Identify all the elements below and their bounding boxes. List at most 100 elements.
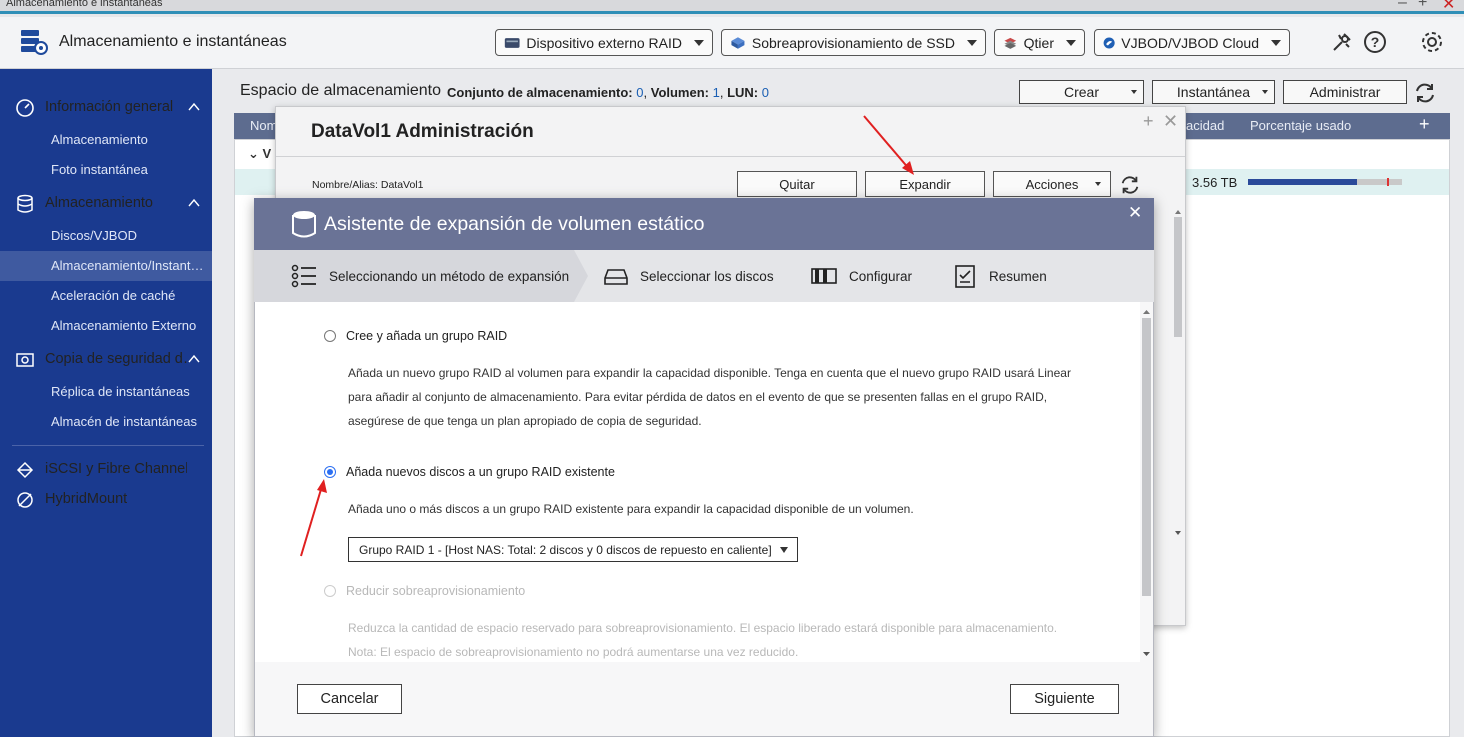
usage-bar-fill xyxy=(1248,179,1358,185)
sidebar-item-label: Almacenamiento/Instant… xyxy=(51,258,204,273)
divider xyxy=(276,156,1185,157)
cancel-button[interactable]: Cancelar xyxy=(297,684,402,714)
option-create-raid-label: Cree y añada un grupo RAID xyxy=(346,329,508,343)
chevron-down-icon xyxy=(1271,39,1281,46)
next-button[interactable]: Siguiente xyxy=(1010,684,1119,714)
vjbod-cloud-button[interactable]: VJBOD/VJBOD Cloud xyxy=(1094,29,1290,56)
wizard-scrollbar[interactable] xyxy=(1140,304,1153,662)
sidebar-item-disks[interactable]: Discos/VJBOD xyxy=(0,221,212,251)
volume-label: Volumen: xyxy=(650,85,709,100)
sidebar-item-hybridmount[interactable]: HybridMount xyxy=(0,484,212,514)
chevron-down-icon: ⌄ xyxy=(248,146,259,161)
database-icon xyxy=(17,194,33,213)
help-icon[interactable]: ? xyxy=(1363,30,1387,54)
tools-icon[interactable] xyxy=(1330,30,1354,54)
minimize-icon[interactable]: – xyxy=(1398,0,1407,12)
sidebar-divider xyxy=(12,445,204,446)
vjbod-label: VJBOD/VJBOD Cloud xyxy=(1121,34,1259,51)
window-title: Almacenamiento e instantáneas xyxy=(6,0,163,9)
expand-dialog-icon[interactable]: + xyxy=(1143,111,1154,132)
pool-count: 0 xyxy=(636,85,644,100)
option-add-disks-description: Añada uno o más discos a un grupo RAID e… xyxy=(348,497,1088,521)
volume-count: 1 xyxy=(712,85,720,100)
sidebar-section-label: Almacenamiento xyxy=(45,195,153,211)
column-capacity-header[interactable]: acidad xyxy=(1186,118,1224,133)
iscsi-icon xyxy=(16,461,34,479)
description-line: para añadir al conjunto de almacenamient… xyxy=(348,390,1048,404)
add-column-icon[interactable]: + xyxy=(1419,114,1430,135)
ssd-overprovision-button[interactable]: Sobreaprovisionamiento de SSD xyxy=(721,29,986,56)
usage-threshold-mark xyxy=(1386,178,1389,186)
snapshot-button[interactable]: Instantánea xyxy=(1152,80,1275,104)
sidebar-item-label: Aceleración de caché xyxy=(51,288,176,303)
radio-reduce-overprovision xyxy=(324,585,336,597)
admin-scrollbar[interactable] xyxy=(1172,205,1184,540)
table-group-row[interactable]: ⌄ V xyxy=(248,146,271,162)
step-summary: Resumen xyxy=(989,269,1047,284)
actions-label: Acciones xyxy=(1025,176,1079,192)
sidebar-item-label: Réplica de instantáneas xyxy=(51,384,190,399)
description-line: Nota: El espacio de sobreaprovisionamien… xyxy=(348,645,799,659)
list-icon xyxy=(291,264,316,288)
vjbod-cloud-icon xyxy=(1103,36,1115,49)
refresh-icon[interactable] xyxy=(1119,174,1141,196)
sidebar-item-label: Foto instantánea xyxy=(51,162,148,177)
ssd-label: Sobreaprovisionamiento de SSD xyxy=(751,34,955,51)
close-icon[interactable]: ✕ xyxy=(1128,203,1142,223)
sidebar-item-snapshot-overview[interactable]: Foto instantánea xyxy=(0,155,212,185)
remove-button[interactable]: Quitar xyxy=(737,171,857,197)
chevron-up-icon xyxy=(188,354,200,363)
sidebar-item-snapshot-replica[interactable]: Réplica de instantáneas xyxy=(0,377,212,407)
column-name-header[interactable]: Nom xyxy=(250,118,277,133)
radio-create-raid-group[interactable] xyxy=(324,330,336,342)
row-capacity: 3.56 TB xyxy=(1192,175,1238,190)
sidebar-item-iscsi[interactable]: iSCSI y Fibre Channel xyxy=(0,454,212,484)
description-line: asegúrese de que tenga un plan apropiado… xyxy=(348,414,702,428)
qtier-button[interactable]: Qtier xyxy=(994,29,1085,56)
sidebar-section-storage[interactable]: Almacenamiento xyxy=(0,188,212,218)
close-dialog-icon[interactable]: ✕ xyxy=(1163,111,1178,132)
maximize-icon[interactable]: + xyxy=(1418,0,1427,12)
close-icon[interactable]: ✕ xyxy=(1442,0,1455,14)
actions-button[interactable]: Acciones xyxy=(993,171,1111,197)
sidebar-item-storage-snapshots[interactable]: Almacenamiento/Instant… xyxy=(0,251,212,281)
column-usage-header[interactable]: Porcentaje usado xyxy=(1250,118,1351,133)
sidebar-item-label: iSCSI y Fibre Channel xyxy=(45,461,187,477)
external-raid-button[interactable]: Dispositivo externo RAID xyxy=(495,29,713,56)
lun-label: LUN: xyxy=(727,85,759,100)
manage-label: Administrar xyxy=(1309,84,1381,100)
app-title: Almacenamiento e instantáneas xyxy=(59,33,287,50)
sidebar-item-snapshot-vault[interactable]: Almacén de instantáneas xyxy=(0,407,212,437)
sidebar-item-cache[interactable]: Aceleración de caché xyxy=(0,281,212,311)
wizard-content xyxy=(255,302,1140,662)
sidebar-section-label: Información general xyxy=(45,99,174,115)
option-reduce-overprovision-label: Reducir sobreaprovisionamiento xyxy=(346,584,526,598)
sidebar-section-backup[interactable]: Copia de seguridad d… xyxy=(0,344,212,374)
qtier-icon xyxy=(1004,37,1017,49)
caret-down-icon xyxy=(1095,182,1101,186)
settings-gear-icon[interactable] xyxy=(1420,30,1444,54)
expand-label: Expandir xyxy=(899,176,951,192)
chevron-down-icon xyxy=(1066,39,1076,46)
group-label: V xyxy=(262,146,272,161)
volume-alias: Nombre/Alias: DataVol1 xyxy=(312,179,424,191)
refresh-icon[interactable] xyxy=(1413,81,1437,105)
annotation-arrow-expand xyxy=(863,115,914,175)
caret-down-icon xyxy=(1262,90,1268,94)
create-button[interactable]: Crear xyxy=(1019,80,1144,104)
sidebar-section-label: Copia de seguridad d… xyxy=(45,351,187,367)
raid-group-select[interactable]: Grupo RAID 1 - [Host NAS: Total: 2 disco… xyxy=(348,537,798,562)
sidebar-section-overview[interactable]: Información general xyxy=(0,92,212,122)
manage-button[interactable]: Administrar xyxy=(1283,80,1407,104)
disk-icon xyxy=(604,269,628,285)
external-raid-icon xyxy=(504,37,520,48)
dashboard-icon xyxy=(16,99,34,117)
sidebar-item-storage-overview[interactable]: Almacenamiento xyxy=(0,125,212,155)
step-configure: Configurar xyxy=(849,269,913,284)
window-titlebar: Almacenamiento e instantáneas – + ✕ xyxy=(0,0,1464,14)
page-title: Espacio de almacenamiento xyxy=(240,82,442,99)
sidebar-item-external-storage[interactable]: Almacenamiento Externo xyxy=(0,311,212,341)
raid-group-select-value: Grupo RAID 1 - [Host NAS: Total: 2 disco… xyxy=(359,543,772,557)
qtier-label: Qtier xyxy=(1023,34,1054,51)
chevron-up-icon xyxy=(188,198,200,207)
